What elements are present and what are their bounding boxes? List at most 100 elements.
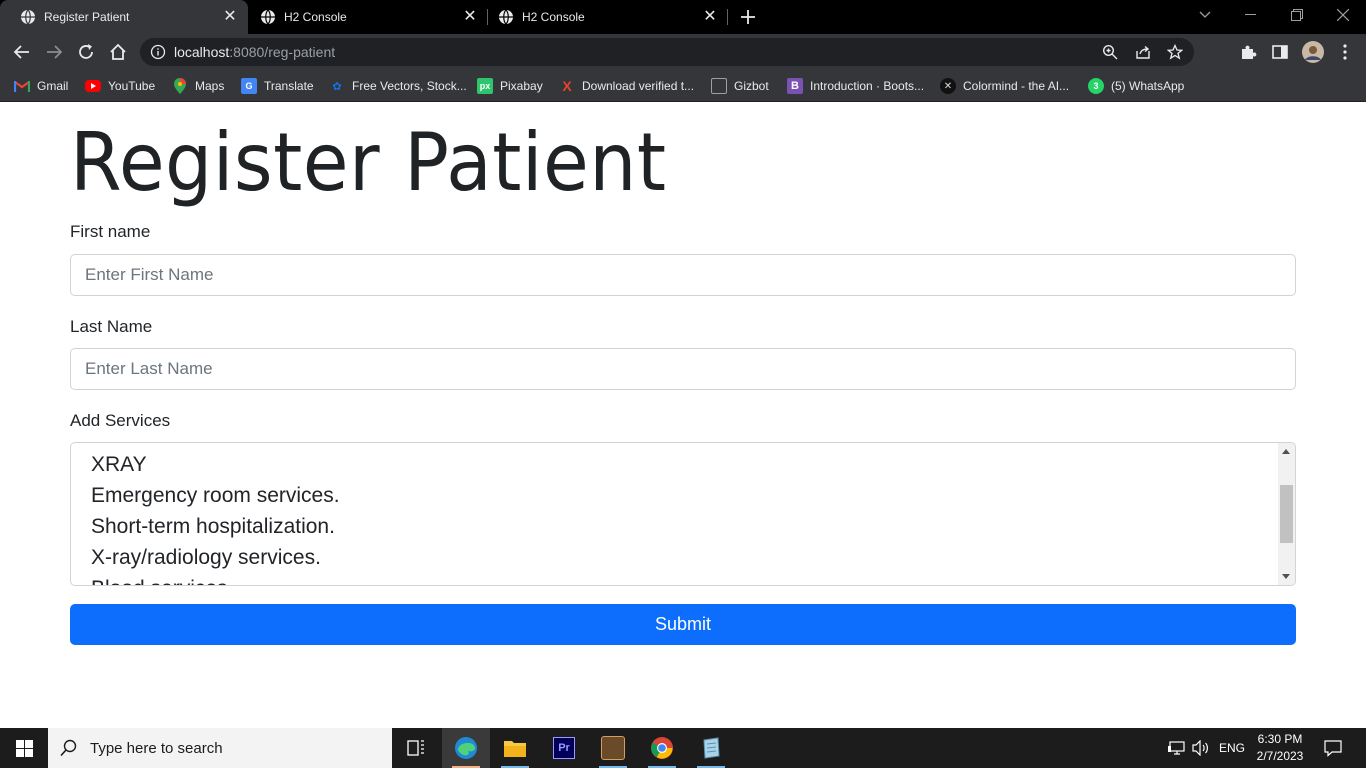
bookmark-star-icon[interactable] (1167, 44, 1183, 60)
youtube-icon (85, 80, 101, 92)
bookmarks-bar: Gmail YouTube Maps G Translate ✿ Free Ve… (0, 70, 1366, 102)
windows-taskbar: Type here to search Pr ENG 6:30 PM 2/7/2… (0, 728, 1366, 768)
services-scrollbar[interactable] (1278, 443, 1295, 585)
first-name-placeholder: Enter First Name (85, 265, 214, 284)
globe-icon (261, 9, 275, 25)
service-option[interactable]: X-ray/radiology services. (91, 546, 321, 570)
last-name-input[interactable]: Enter Last Name (70, 348, 1296, 390)
bookmark-gmail[interactable]: Gmail (14, 76, 68, 96)
reload-icon[interactable] (75, 41, 97, 63)
gmail-icon (14, 78, 30, 94)
service-option[interactable]: Emergency room services. (91, 484, 340, 508)
pixabay-icon: px (477, 78, 493, 94)
premiere-pro-icon: Pr (553, 737, 575, 759)
taskbar-search-box[interactable]: Type here to search (48, 728, 392, 768)
services-multiselect[interactable]: XRAY Emergency room services. Short-term… (70, 442, 1296, 586)
scroll-down-arrow-icon[interactable] (1282, 574, 1290, 579)
translate-icon: G (241, 78, 257, 94)
tab-search-icon[interactable] (1182, 0, 1228, 30)
bookmark-download-verified[interactable]: X Download verified t... (559, 76, 694, 96)
close-tab-icon[interactable]: ✕ (462, 9, 478, 25)
edge-icon (455, 737, 477, 759)
submit-button[interactable]: Submit (70, 604, 1296, 645)
notes-app-icon (703, 737, 720, 759)
last-name-placeholder: Enter Last Name (85, 359, 213, 378)
service-option[interactable]: XRAY (91, 453, 147, 477)
notifications-icon[interactable] (1324, 728, 1342, 768)
first-name-input[interactable]: Enter First Name (70, 254, 1296, 296)
tab-title: H2 Console (284, 10, 347, 24)
gizbot-icon (711, 78, 727, 94)
last-name-label: Last Name (70, 317, 153, 336)
side-panel-icon[interactable] (1271, 43, 1289, 61)
task-view-button[interactable] (392, 728, 440, 768)
service-option[interactable]: Blood services (91, 577, 228, 585)
extensions-puzzle-icon[interactable] (1239, 43, 1257, 61)
menu-kebab-icon[interactable] (1336, 43, 1354, 61)
windows-start-button[interactable] (0, 728, 48, 768)
x-icon: X (562, 78, 572, 94)
bookmark-colormind[interactable]: ✕ Colormind - the AI... (940, 76, 1069, 96)
browser-toolbar: localhost:8080/reg-patient (0, 34, 1366, 95)
bookmark-pixabay[interactable]: px Pixabay (477, 76, 543, 96)
volume-icon[interactable] (1192, 728, 1210, 768)
globe-icon (21, 9, 35, 25)
tab-register-patient[interactable]: Register Patient ✕ (0, 0, 248, 34)
close-window-icon[interactable] (1320, 0, 1366, 30)
tab-title: Register Patient (44, 10, 130, 24)
forward-icon[interactable] (43, 41, 65, 63)
close-tab-icon[interactable]: ✕ (702, 9, 718, 25)
service-option[interactable]: Short-term hospitalization. (91, 515, 335, 539)
system-clock[interactable]: 6:30 PM 2/7/2023 (1246, 731, 1314, 765)
taskbar-edge[interactable] (442, 728, 490, 768)
taskbar-notes-app[interactable] (687, 728, 735, 768)
taskbar-premiere[interactable]: Pr (540, 728, 588, 768)
clock-time: 6:30 PM (1257, 732, 1303, 746)
tab-h2-console-2[interactable]: H2 Console ✕ (488, 0, 728, 34)
zoom-icon[interactable] (1102, 44, 1118, 60)
bookmark-translate[interactable]: G Translate (241, 76, 314, 96)
colormind-icon: ✕ (940, 78, 956, 94)
browser-tab-bar: Register Patient ✕ H2 Console ✕ H2 Conso… (0, 0, 1366, 34)
profile-avatar[interactable] (1302, 41, 1324, 63)
bookmark-maps[interactable]: Maps (172, 76, 224, 96)
bootstrap-icon: B (787, 78, 803, 94)
site-info-icon[interactable] (150, 44, 166, 60)
bookmark-bootstrap[interactable]: B Introduction · Boots... (787, 76, 924, 96)
game-app-icon (601, 736, 625, 760)
page-title: Register Patient (70, 116, 667, 209)
task-view-icon (407, 740, 424, 756)
scrollbar-thumb[interactable] (1280, 485, 1293, 543)
bookmark-freepik[interactable]: ✿ Free Vectors, Stock... (329, 76, 466, 96)
address-bar[interactable]: localhost:8080/reg-patient (140, 38, 1194, 66)
share-icon[interactable] (1135, 44, 1151, 60)
folder-icon (504, 741, 526, 757)
taskbar-game-app[interactable] (589, 728, 637, 768)
url-text: localhost:8080/reg-patient (174, 44, 336, 60)
home-icon[interactable] (107, 41, 129, 63)
tab-title: H2 Console (522, 10, 585, 24)
bookmark-youtube[interactable]: YouTube (85, 76, 155, 96)
freepik-icon: ✿ (332, 80, 342, 93)
first-name-label: First name (70, 222, 151, 241)
back-icon[interactable] (11, 41, 33, 63)
taskbar-file-explorer[interactable] (491, 728, 539, 768)
language-indicator[interactable]: ENG (1219, 728, 1245, 768)
globe-icon (499, 9, 513, 25)
search-icon (60, 739, 77, 757)
maps-icon (172, 78, 188, 94)
minimize-icon[interactable] (1228, 0, 1274, 30)
taskbar-search-placeholder: Type here to search (90, 739, 223, 757)
bookmark-whatsapp[interactable]: 3 (5) WhatsApp (1088, 76, 1184, 96)
whatsapp-icon: 3 (1088, 78, 1104, 94)
network-icon[interactable] (1168, 728, 1186, 768)
close-tab-icon[interactable]: ✕ (222, 9, 238, 25)
tab-divider (727, 9, 728, 25)
chrome-icon (651, 737, 673, 759)
restore-icon[interactable] (1274, 0, 1320, 30)
scroll-up-arrow-icon[interactable] (1282, 449, 1290, 454)
bookmark-gizbot[interactable]: Gizbot (711, 76, 769, 96)
tab-h2-console-1[interactable]: H2 Console ✕ (248, 0, 488, 34)
new-tab-icon[interactable] (737, 6, 759, 28)
taskbar-chrome[interactable] (638, 728, 686, 768)
